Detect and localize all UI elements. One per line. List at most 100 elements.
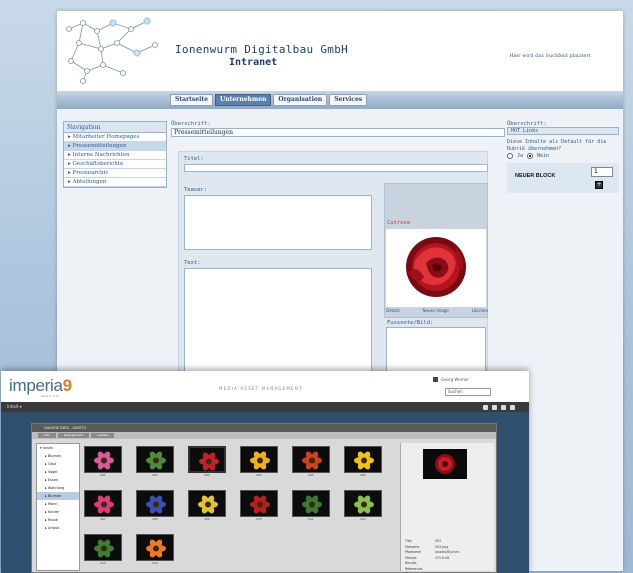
thumbnail-caption: 002 — [152, 473, 158, 477]
thumbnail-caption: 003 — [204, 473, 210, 477]
fussnote-label: Fussnote/Bild: — [387, 320, 434, 326]
thumbnail-caption: 012 — [360, 517, 366, 521]
tree-item[interactable]: ▸ Mann — [37, 500, 79, 508]
tree-item[interactable]: ▸ Vogel — [37, 468, 79, 476]
nav-item-geschaeftsberichte[interactable]: ▸ Geschäftsberichte — [64, 160, 166, 169]
asset-thumbnail[interactable]: 010 — [240, 490, 278, 524]
image-new-link[interactable]: Neues Image — [423, 308, 449, 313]
tree-item[interactable]: ▸ Musik — [37, 516, 79, 524]
home-icon[interactable] — [483, 405, 488, 410]
ueberschrift-input[interactable]: Pressemitteilungen — [171, 128, 505, 137]
folder-tree: ▾ Inhalt ▸ Blumen ▸ Obst ▸ Vogel ▸ Essen ▸ Wo… — [36, 443, 80, 571]
user-icon[interactable] — [492, 405, 497, 410]
flower-image-icon — [84, 534, 122, 561]
image-preview[interactable] — [386, 229, 486, 307]
asset-thumbnail[interactable]: 001 — [84, 446, 122, 480]
flower-image-icon — [136, 446, 174, 473]
hot-links-box[interactable]: HOT Links — [507, 127, 619, 135]
settings-icon[interactable] — [501, 405, 506, 410]
thumbnail-caption: 008 — [152, 517, 158, 521]
detail-preview — [423, 449, 467, 479]
search-input[interactable]: Suchen — [445, 388, 491, 396]
tab-info[interactable]: Info — [38, 433, 56, 438]
ueberschrift-label: Überschrift: — [171, 121, 211, 127]
flower-image-icon — [292, 446, 330, 473]
intranet-subtitle: Intranet — [229, 57, 278, 68]
company-name: Ionenwurm Digitalbau GmbH — [175, 43, 349, 56]
nav-item-pressemitteilungen[interactable]: ▸ Pressemitteilungen — [64, 142, 166, 151]
image-links: Details Neues Image Löschen — [386, 308, 488, 313]
tab-update[interactable]: Update — [91, 433, 115, 438]
block-number-input[interactable]: 1 — [591, 167, 613, 177]
default-radios: Ja Nein — [507, 153, 619, 159]
thumbnail-caption: 009 — [204, 517, 210, 521]
molecule-logo-icon — [66, 17, 158, 84]
toolbar-label[interactable]: Inhalt — [7, 404, 18, 409]
tree-item[interactable]: ▸ Essen — [37, 476, 79, 484]
nav-item-pressearchiv[interactable]: ▸ Pressearchiv — [64, 169, 166, 178]
asset-thumbnail[interactable]: 008 — [136, 490, 174, 524]
flower-image-icon — [188, 446, 226, 473]
thumbnail-caption: 007 — [100, 517, 106, 521]
flower-image-icon — [136, 490, 174, 517]
tree-item[interactable]: ▸ Blumen — [37, 452, 79, 460]
plus-icon[interactable]: + — [595, 181, 603, 189]
asset-thumbnail[interactable]: 006 — [344, 446, 382, 480]
asset-thumbnail[interactable]: 004 — [240, 446, 278, 480]
flower-image-icon — [344, 446, 382, 473]
asset-thumbnail[interactable]: 013 — [84, 534, 122, 568]
new-block-panel: NEUER BLOCK 1 + — [507, 163, 619, 193]
image-details-link[interactable]: Details — [386, 308, 400, 313]
tree-item[interactable]: ▸ Blumen — [37, 492, 79, 500]
flower-image-icon — [84, 446, 122, 473]
tree-item[interactable]: ▸ Wohnung — [37, 484, 79, 492]
tab-organisation[interactable]: Organisation — [273, 94, 328, 106]
asset-thumbnail[interactable]: 002 — [136, 446, 174, 480]
default-question: Diese Inhalte als Default für die Rubrik… — [507, 139, 607, 152]
assets-tabs: Info Detailansicht Update — [32, 432, 496, 439]
radio-ja[interactable] — [507, 153, 513, 159]
tree-item[interactable]: ▸ Obst — [37, 460, 79, 468]
nav-item-nachrichten[interactable]: ▸ Interne Nachrichten — [64, 151, 166, 160]
rose-image-icon — [406, 237, 466, 297]
asset-thumbnail[interactable]: 012 — [344, 490, 382, 524]
asset-thumbnail[interactable]: 007 — [84, 490, 122, 524]
asset-thumbnail[interactable]: 011 — [292, 490, 330, 524]
search-placeholder-note: Hier wird das Suchfeld platziert — [509, 53, 591, 59]
asset-thumbnail[interactable]: 005 — [292, 446, 330, 480]
tab-detailansicht[interactable]: Detailansicht — [57, 433, 90, 438]
titel-input[interactable] — [184, 164, 488, 172]
detail-rows: Titel 003 Filename 003.png Pfadname/assets/B… — [405, 539, 493, 573]
flower-image-icon — [240, 446, 278, 473]
asset-thumbnail[interactable]: 009 — [188, 490, 226, 524]
flower-image-icon — [240, 490, 278, 517]
app-title: MEDIA ASSET MANAGEMENT — [219, 386, 303, 391]
user-icon — [433, 377, 438, 382]
thumbnail-caption: 011 — [308, 517, 314, 521]
imperia-window: imperia9 Version 9.0 MEDIA ASSET MANAGEM… — [1, 371, 529, 573]
nav-item-mitarbeiter[interactable]: ▸ Mitarbeiter Homepages — [64, 133, 166, 142]
thumbnail-caption: 005 — [308, 473, 314, 477]
image-delete-link[interactable]: Löschen — [472, 308, 488, 313]
thumbnail-caption: 004 — [256, 473, 262, 477]
radio-nein[interactable] — [527, 153, 534, 159]
imperia-logo: imperia9 — [9, 376, 72, 395]
teaser-textarea[interactable] — [184, 195, 372, 250]
teaser-label: Teaser: — [184, 187, 208, 193]
tree-item[interactable]: ▸ Kinder — [37, 508, 79, 516]
new-block-label: NEUER BLOCK — [515, 173, 556, 179]
text-label: Text: — [184, 260, 201, 266]
tab-unternehmen[interactable]: Unternehmen — [215, 94, 272, 106]
imperia-toolbar: Inhalt ▾ — [1, 402, 529, 412]
window-icon[interactable] — [510, 405, 515, 410]
tab-services[interactable]: Services — [329, 94, 368, 106]
tree-item[interactable]: ▸ Urlaub — [37, 524, 79, 532]
user-info[interactable]: Georg Werner — [433, 377, 469, 382]
tab-startseite[interactable]: Startseite — [170, 94, 213, 106]
flower-image-icon — [136, 534, 174, 561]
tree-item[interactable]: ▾ Inhalt — [37, 444, 79, 452]
user-name: Georg Werner — [441, 377, 469, 382]
nav-item-abteilungen[interactable]: ▸ Abteilungen — [64, 178, 166, 187]
asset-thumbnail[interactable]: 014 — [136, 534, 174, 568]
asset-thumbnail[interactable]: 003 — [188, 446, 226, 480]
